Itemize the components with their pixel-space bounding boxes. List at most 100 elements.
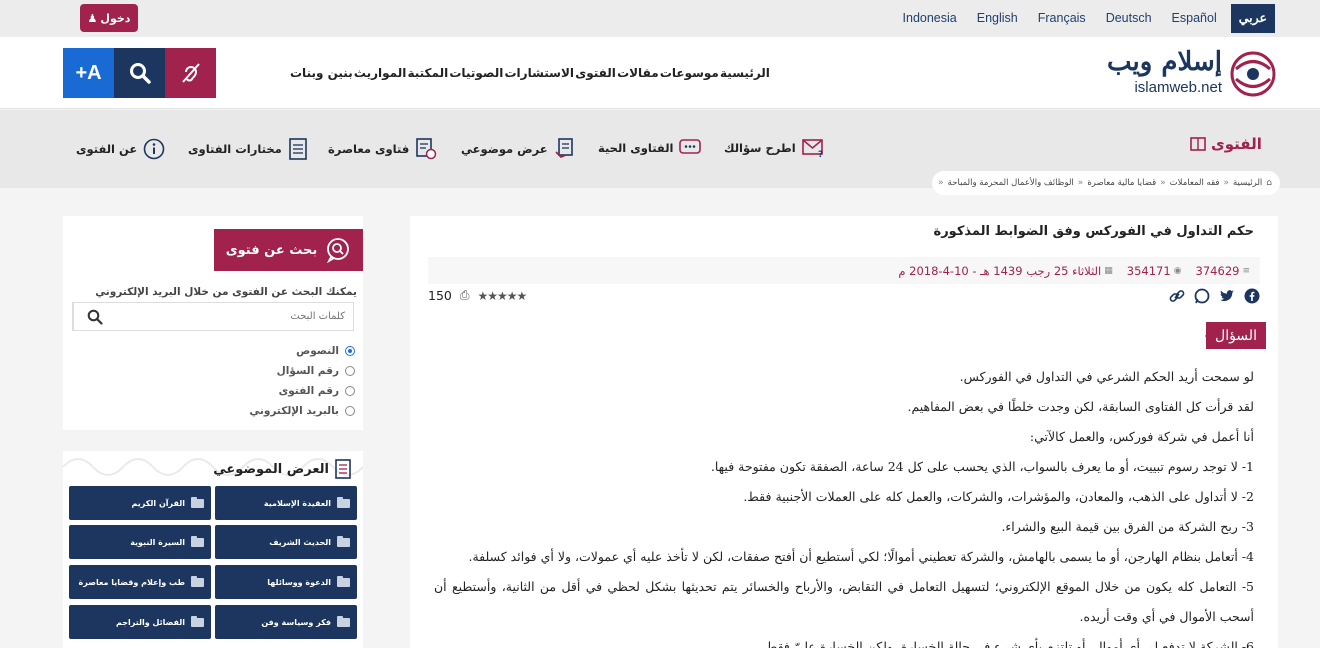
twitter-icon[interactable] [1219,288,1235,304]
radio-fatwa-number[interactable]: رقم الفتوى [279,385,355,397]
fatwa-search-header: بحث عن فتوى [214,229,363,271]
nav-home[interactable]: الرئيسية [720,66,770,80]
site-logo[interactable]: إسلام ويب islamweb.net [1062,47,1278,99]
hearing-impaired-icon [181,63,200,83]
print-icon[interactable]: ⎙ [460,288,470,303]
radio-button[interactable] [345,366,355,376]
question-paragraph: 1- لا توجد رسوم تبييت، أو ما يعرف بالسوا… [710,459,1254,474]
fatwa-meta-bar: ≡ 374629 ◉ 354171 ▦ الثلاثاء 25 رجب 1439… [428,257,1260,284]
nav-youth[interactable]: بنين وبنات [290,66,353,80]
logo-emblem-icon [1230,51,1276,97]
folder-icon [337,496,350,508]
search-icon [87,309,103,325]
lang-indonesia[interactable]: Indonesia [893,4,967,33]
question-paragraph: 4- أتعامل بنظام الهارجن، أو ما يسمى باله… [468,549,1254,564]
topic-tile-quran[interactable]: القرآن الكريم [69,486,211,520]
nav-audio[interactable]: الصوتيات [449,66,503,80]
accessibility-button[interactable] [165,48,216,98]
breadcrumb-jobs[interactable]: الوظائف والأعمال المحرمة والمباحة [948,178,1074,188]
svg-text:?: ? [818,150,823,158]
question-paragraph: لقد قرأت كل الفتاوى السابقة، لكن وجدت خل… [907,399,1254,414]
radio-texts[interactable]: النصوص [296,345,355,357]
fatwa-article: حكم التداول في الفوركس وفق الضوابط المذك… [410,216,1278,648]
eye-icon: ◉ [1173,265,1182,276]
link-icon[interactable] [1169,288,1185,304]
question-paragraph: 6- الشركة لا تدفع لي أي أموال، أو تلتزم … [761,639,1254,648]
nav-library[interactable]: المكتبة [407,66,448,80]
topic-tile-medicine-media[interactable]: طب وإعلام وقضايا معاصرة [69,565,211,599]
nav-fatwa[interactable]: الفتوى [575,66,616,80]
live-fatwa-link[interactable]: الفتاوى الحية [598,138,702,158]
question-paragraph: 2- لا أتداول على الذهب، والمعادن، والمؤش… [743,489,1254,504]
topic-tile-hadith[interactable]: الحديث الشريف [215,525,357,559]
fatwa-number: ≡ 374629 [1195,263,1250,278]
fatwa-actions: 150 ⎙ ★★★★★ [428,286,1260,308]
folder-icon [191,615,204,627]
login-button[interactable]: ♟ دخول [80,4,138,32]
search-input[interactable] [115,303,353,330]
list-icon: ≡ [1242,265,1250,276]
breadcrumb: ⌂ الرئيسية » فقه المعاملات » قضايا مالية… [932,171,1280,195]
lang-german[interactable]: Deutsch [1096,4,1162,33]
facebook-icon[interactable] [1244,288,1260,304]
home-icon: ⌂ [1266,178,1272,188]
calendar-icon: ▦ [1104,265,1113,276]
print-count: 150 [428,288,452,303]
nav-articles[interactable]: مقالات [617,66,659,80]
topic-tile-dawah[interactable]: الدعوة ووسائلها [215,565,357,599]
question-label: السؤال [1205,322,1266,349]
fatwa-search-panel: بحث عن فتوى يمكنك البحث عن الفتوى من خلا… [63,216,363,430]
star-rating[interactable]: ★★★★★ [477,288,527,303]
nav-inheritance[interactable]: المواريث [354,66,406,80]
star-icon: ★ [487,288,498,303]
radio-question-number[interactable]: رقم السؤال [277,365,355,377]
topical-view-link[interactable]: عرض موضوعي [461,138,576,160]
share-buttons [1169,288,1260,304]
star-icon: ★ [477,288,488,303]
ask-question-link[interactable]: ? اطرح سؤالك [724,138,826,158]
folder-icon [337,535,350,547]
radio-button[interactable] [345,406,355,416]
logo-domain: islamweb.net [1134,79,1222,96]
search-submit-button[interactable] [73,303,115,330]
question-paragraph: لو سمحت أريد الحكم الشرعي في التداول في … [959,369,1254,384]
lang-english[interactable]: English [967,4,1028,33]
about-fatwa-link[interactable]: عن الفتوى [76,138,165,160]
document-clock-icon [416,138,437,160]
radio-email[interactable]: بالبريد الإلكتروني [249,405,355,417]
contemporary-fatwas-link[interactable]: فتاوى معاصرة [328,138,437,160]
rating-group: 150 ⎙ ★★★★★ [428,288,527,303]
folder-icon [191,535,204,547]
question-body: لو سمحت أريد الحكم الشرعي في التداول في … [434,362,1254,648]
chat-bubble-icon [679,139,702,154]
question-paragraph: أنا أعمل في شركة فوركس، والعمل كالآتي: [1029,429,1254,444]
search-bubble-icon [327,238,350,263]
top-bar: ♟ دخول Indonesia English Français Deutsc… [0,0,1320,37]
lang-spanish[interactable]: Español [1162,4,1227,33]
envelope-icon: ? [801,139,823,158]
font-size-button[interactable]: +A [63,48,114,98]
nav-consultations[interactable]: الاستشارات [504,66,574,80]
search-box [72,302,354,331]
search-icon [129,63,151,84]
logo-arabic: إسلام ويب [1107,47,1222,77]
topic-tile-seerah[interactable]: السيرة النبوية [69,525,211,559]
nav-encyclopedias[interactable]: موسوعات [660,66,719,80]
fatwa-views: ◉ 354171 [1126,263,1182,278]
selected-fatwas-link[interactable]: مختارات الفتاوى [188,138,308,160]
breadcrumb-financial-issues[interactable]: قضايا مالية معاصرة [1087,178,1156,188]
whatsapp-icon[interactable] [1194,288,1210,304]
topic-tile-thought-politics[interactable]: فكر وسياسة وفن [215,605,357,639]
fatwa-section-title[interactable]: الفتوى [1190,135,1262,153]
breadcrumb-home[interactable]: الرئيسية [1233,178,1262,188]
lang-french[interactable]: Français [1028,4,1096,33]
topic-tile-aqeedah[interactable]: العقيدة الإسلامية [215,486,357,520]
book-icon [1190,137,1206,151]
question-paragraph: 3- ربح الشركة من الفرق بين قيمة البيع وا… [1001,519,1254,534]
search-button[interactable] [114,48,165,98]
topic-tile-virtues[interactable]: الفضائل والتراجم [69,605,211,639]
radio-button[interactable] [345,386,355,396]
breadcrumb-transactions[interactable]: فقه المعاملات [1170,178,1220,188]
lang-arabic[interactable]: عربي [1230,4,1275,33]
radio-button[interactable] [345,346,355,356]
